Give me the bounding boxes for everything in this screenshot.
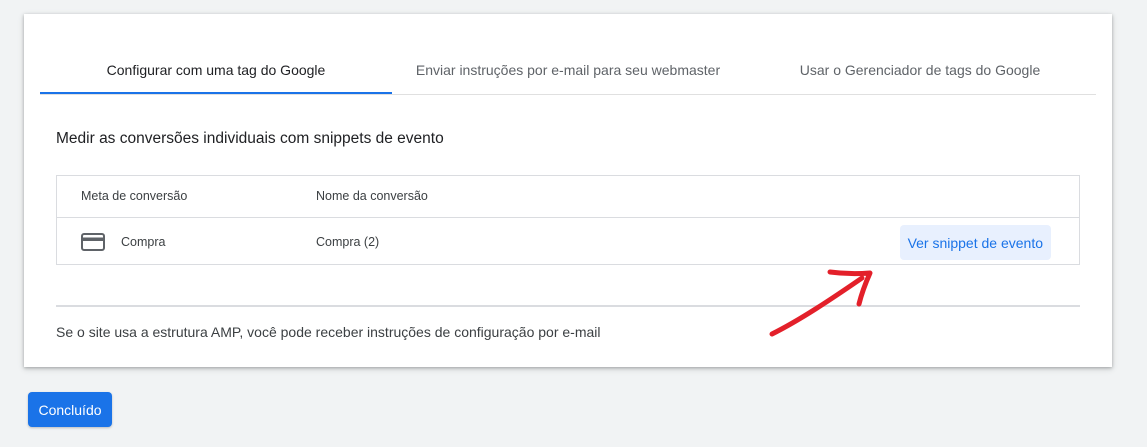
tab-email-webmaster[interactable]: Enviar instruções por e-mail para seu we… — [392, 52, 744, 93]
credit-card-icon — [81, 233, 105, 251]
conversion-name-cell: Compra (2) — [316, 235, 380, 249]
setup-card: Configurar com uma tag do Google Enviar … — [24, 14, 1112, 367]
red-arrow-annotation — [769, 269, 873, 337]
conversion-goal-cell: Compra — [121, 235, 166, 249]
tab-tag-manager[interactable]: Usar o Gerenciador de tags do Google — [744, 52, 1096, 93]
table-header: Meta de conversão Nome da conversão — [57, 176, 1079, 218]
tab-bar: Configurar com uma tag do Google Enviar … — [40, 52, 1096, 95]
tab-google-tag[interactable]: Configurar com uma tag do Google — [40, 52, 392, 94]
divider — [56, 305, 1080, 307]
done-button[interactable]: Concluído — [28, 392, 112, 427]
section-title: Medir as conversões individuais com snip… — [56, 130, 444, 147]
table-row: Compra Compra (2) Ver snippet de evento — [57, 218, 1079, 266]
view-event-snippet-button[interactable]: Ver snippet de evento — [899, 225, 1051, 260]
amp-note: Se o site usa a estrutura AMP, você pode… — [56, 324, 601, 340]
header-conversion-name: Nome da conversão — [316, 189, 428, 203]
header-conversion-goal: Meta de conversão — [81, 189, 188, 203]
conversions-table: Meta de conversão Nome da conversão Comp… — [56, 175, 1080, 265]
